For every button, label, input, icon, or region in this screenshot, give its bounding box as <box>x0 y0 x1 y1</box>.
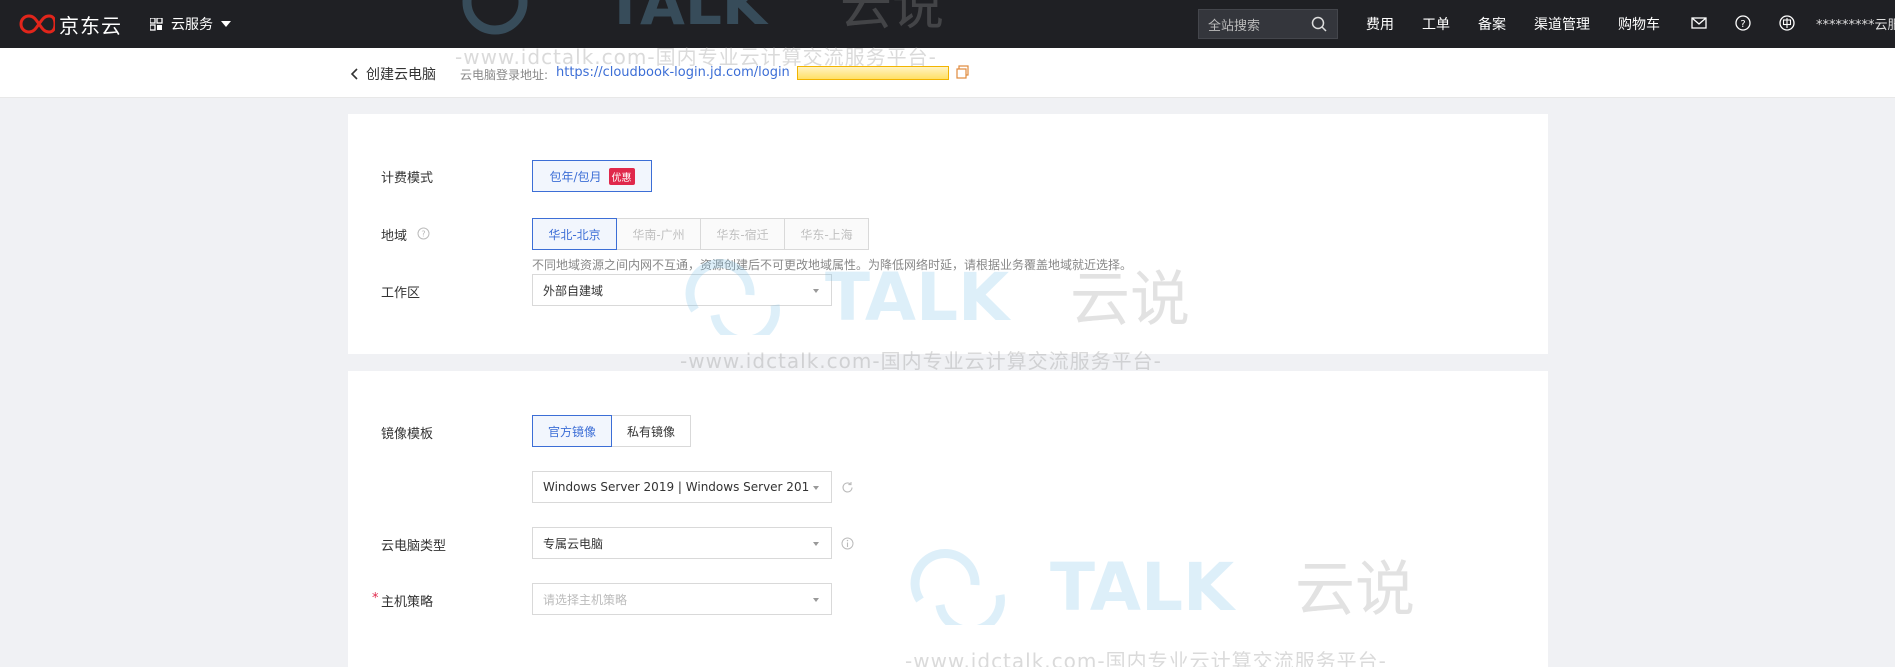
desktop-type-select[interactable]: 专属云电脑 <box>532 527 832 559</box>
image-value: Windows Server 2019 | Windows Server 201 <box>543 480 810 494</box>
mail-icon[interactable] <box>1690 14 1708 32</box>
host-policy-select[interactable]: 请选择主机策略 <box>532 583 832 615</box>
host-policy-label-text: 主机策略 <box>381 595 434 610</box>
required-mark: * <box>372 591 379 606</box>
cloud-services-label: 云服务 <box>171 17 213 33</box>
workspace-select[interactable]: 外部自建域 <box>532 274 832 306</box>
redacted-highlight <box>797 66 949 80</box>
back-button[interactable]: 创建云电脑 <box>350 64 436 84</box>
image-select[interactable]: Windows Server 2019 | Windows Server 201 <box>532 471 832 503</box>
region-option-shanghai[interactable]: 华东-上海 <box>784 218 869 250</box>
page-subheader: 创建云电脑 云电脑登录地址: https://cloudbook-login.j… <box>0 48 1895 98</box>
billing-option-text: 包年/包月 <box>549 169 602 184</box>
language-icon[interactable] <box>1778 14 1796 32</box>
nav-link-tickets[interactable]: 工单 <box>1422 14 1450 34</box>
region-hint: 不同地域资源之间内网不互通，资源创建后不可更改地域属性。为降低网络时延，请根据业… <box>532 258 1133 272</box>
global-search-input[interactable]: 全站搜索 <box>1198 9 1338 39</box>
chevron-down-icon <box>813 598 819 602</box>
region-option-suqian[interactable]: 华东-宿迁 <box>700 218 785 250</box>
nav-icons: ? <box>1690 14 1822 32</box>
image-config-card: 镜像模板 官方镜像 私有镜像 Windows Server 2019 | Win… <box>348 371 1548 667</box>
caret-down-icon <box>221 21 231 27</box>
region-option-guangzhou[interactable]: 华南-广州 <box>616 218 701 250</box>
user-account-menu[interactable]: *********云服务... <box>1816 14 1895 33</box>
desktop-type-label: 云电脑类型 <box>381 539 447 554</box>
nav-link-billing[interactable]: 费用 <box>1366 14 1394 34</box>
svg-text:?: ? <box>1740 19 1745 30</box>
tab-private-image[interactable]: 私有镜像 <box>611 415 691 447</box>
nav-link-channel[interactable]: 渠道管理 <box>1534 14 1590 34</box>
copy-icon[interactable] <box>956 65 969 79</box>
search-placeholder: 全站搜索 <box>1208 18 1261 34</box>
grid-icon <box>150 17 163 31</box>
chevron-down-icon <box>813 289 819 293</box>
workspace-value: 外部自建域 <box>543 283 604 298</box>
host-policy-placeholder: 请选择主机策略 <box>543 592 628 607</box>
jd-logo-icon <box>19 14 55 34</box>
workspace-label: 工作区 <box>381 286 421 301</box>
chevron-left-icon <box>350 68 358 80</box>
info-circle-icon[interactable] <box>841 537 854 550</box>
cloud-services-menu[interactable]: 云服务 <box>150 14 231 34</box>
basic-config-card: 计费模式 包年/包月 优惠 地域 ? 华北-北京 华南-广州 华东-宿迁 华东-… <box>348 114 1548 354</box>
logo-text: 京东云 <box>59 13 122 38</box>
desktop-type-value: 专属云电脑 <box>543 536 604 551</box>
tab-official-image[interactable]: 官方镜像 <box>532 415 612 447</box>
region-option-beijing[interactable]: 华北-北京 <box>532 218 617 250</box>
login-address-link[interactable]: https://cloudbook-login.jd.com/login <box>556 65 790 80</box>
chevron-down-icon <box>813 486 819 490</box>
host-policy-label: * 主机策略 <box>372 591 434 610</box>
nav-links: 费用 工单 备案 渠道管理 购物车 <box>1366 0 1688 48</box>
refresh-icon[interactable] <box>841 481 854 494</box>
jd-cloud-logo[interactable]: 京东云 <box>15 10 122 38</box>
page-title: 创建云电脑 <box>366 67 436 83</box>
svg-text:?: ? <box>421 230 425 239</box>
login-address-label: 云电脑登录地址: <box>460 68 549 82</box>
discount-badge: 优惠 <box>608 167 635 185</box>
question-circle-icon[interactable]: ? <box>417 227 430 240</box>
top-navbar: 京东云 云服务 全站搜索 费用 工单 备案 渠道管理 购物车 ? *******… <box>0 0 1895 48</box>
nav-link-filing[interactable]: 备案 <box>1478 14 1506 34</box>
image-template-label: 镜像模板 <box>381 427 434 442</box>
region-label: 地域 <box>381 229 408 244</box>
nav-link-cart[interactable]: 购物车 <box>1618 14 1660 34</box>
search-icon[interactable] <box>1311 16 1327 32</box>
help-icon[interactable]: ? <box>1734 14 1752 32</box>
billing-mode-label: 计费模式 <box>381 171 434 186</box>
chevron-down-icon <box>813 542 819 546</box>
billing-option-yearly-monthly[interactable]: 包年/包月 优惠 <box>532 160 652 192</box>
